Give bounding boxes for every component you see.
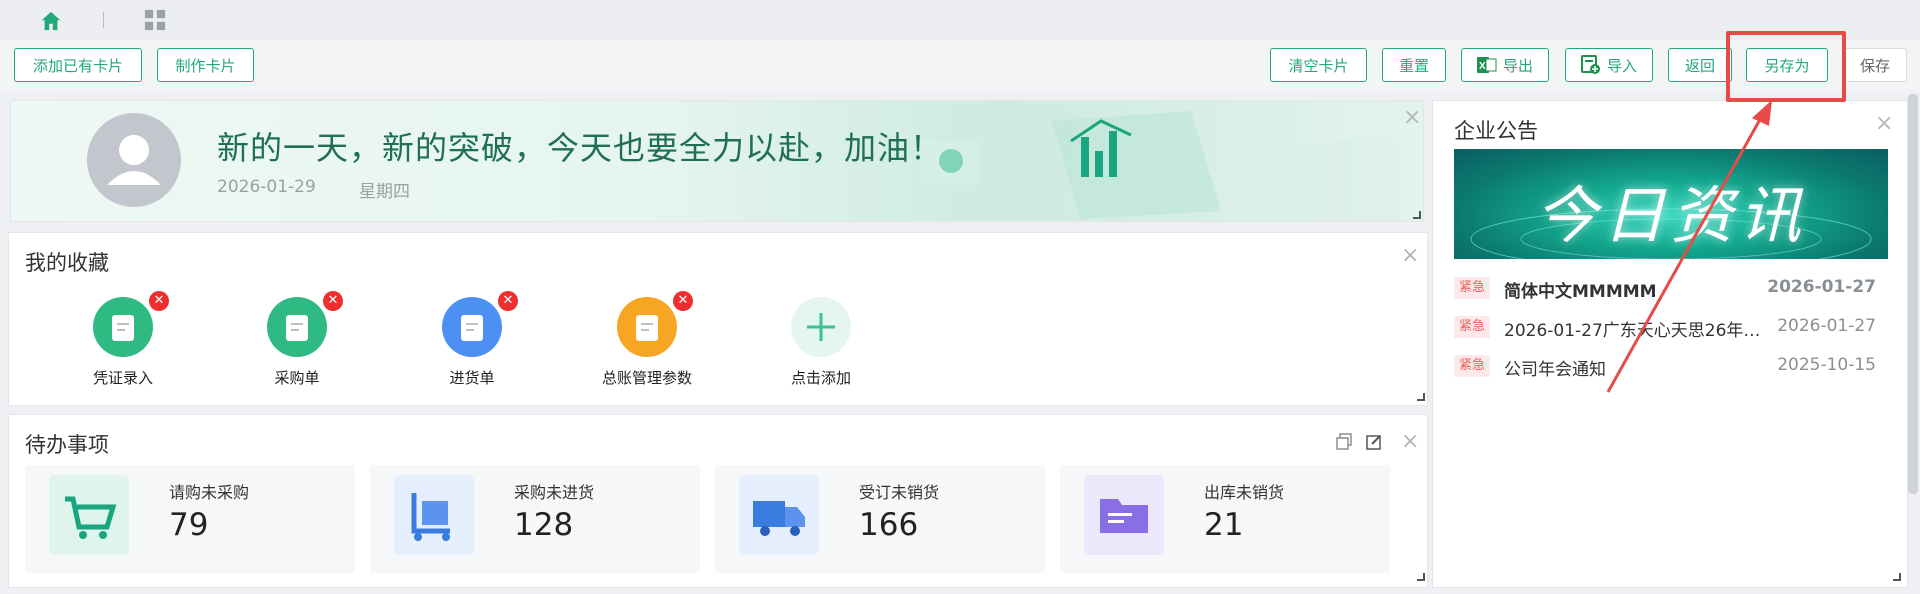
todo-item-label: 采购未进货 bbox=[514, 483, 595, 502]
copy-icon[interactable] bbox=[1335, 433, 1353, 451]
user-icon bbox=[107, 135, 161, 185]
folder-icon bbox=[1084, 475, 1164, 555]
favorite-label: 采购单 bbox=[274, 369, 320, 387]
export-button[interactable]: X 导出 bbox=[1461, 48, 1549, 82]
notice-item-date: 2026-01-27 bbox=[1767, 277, 1876, 297]
notice-item[interactable]: 紧急 简体中文MMMMM 2026-01-27 bbox=[1454, 275, 1888, 302]
favorite-add[interactable]: 点击添加 bbox=[751, 297, 891, 388]
ledger-params-icon: ✕ bbox=[617, 291, 693, 357]
news-banner-image[interactable]: 今日资讯 bbox=[1454, 149, 1888, 259]
shopping-cart-icon bbox=[49, 475, 129, 555]
banner-weekday: 星期四 bbox=[359, 182, 410, 202]
todo-close-icon[interactable]: × bbox=[1401, 431, 1419, 453]
resize-handle-icon[interactable] bbox=[1417, 573, 1425, 581]
delivery-truck-icon bbox=[739, 475, 819, 555]
save-button[interactable]: 保存 bbox=[1843, 48, 1907, 82]
notice-item-title: 公司年会通知 bbox=[1504, 360, 1606, 380]
favorites-card: 我的收藏 × ✕ 凭证录入 ✕ 采购单 ✕ 进货单 ✕ 总账管理参数 点击添加 bbox=[8, 232, 1428, 406]
todo-item[interactable]: 请购未采购 79 bbox=[25, 465, 355, 573]
favorite-receipt[interactable]: ✕ 进货单 bbox=[402, 291, 542, 388]
banner-close-icon[interactable]: × bbox=[1403, 107, 1421, 129]
todo-card: 待办事项 × 请购未采购 79 采购未进货 128 受订未销货 166 出库未销… bbox=[8, 414, 1428, 588]
todo-item[interactable]: 受订未销货 166 bbox=[715, 465, 1045, 573]
receipt-icon: ✕ bbox=[442, 291, 518, 357]
plus-icon bbox=[791, 297, 851, 357]
svg-text:X: X bbox=[1479, 61, 1486, 72]
save-as-highlight-box bbox=[1726, 31, 1846, 102]
urgent-badge: 紧急 bbox=[1454, 277, 1490, 299]
news-banner-text: 今日资讯 bbox=[1534, 179, 1807, 252]
notice-item-title: 简体中文MMMMM bbox=[1504, 282, 1657, 302]
remove-badge-icon[interactable]: ✕ bbox=[498, 291, 518, 311]
purchase-order-icon: ✕ bbox=[267, 291, 343, 357]
remove-badge-icon[interactable]: ✕ bbox=[149, 291, 169, 311]
favorite-label: 点击添加 bbox=[790, 369, 851, 387]
top-divider bbox=[103, 12, 104, 28]
urgent-badge: 紧急 bbox=[1454, 355, 1490, 377]
notice-item-date: 2026-01-27 bbox=[1777, 316, 1876, 336]
excel-icon: X bbox=[1476, 57, 1497, 73]
todo-item-count: 79 bbox=[169, 507, 209, 543]
banner-greeting: 新的一天，新的突破，今天也要全力以赴，加油！ bbox=[217, 129, 944, 167]
make-card-button[interactable]: 制作卡片 bbox=[157, 48, 254, 82]
todo-item-label: 受订未销货 bbox=[859, 483, 940, 502]
resize-handle-icon[interactable] bbox=[1413, 211, 1421, 219]
favorite-label: 进货单 bbox=[449, 369, 495, 387]
remove-badge-icon[interactable]: ✕ bbox=[673, 291, 693, 311]
banner-illustration bbox=[921, 111, 1401, 221]
remove-badge-icon[interactable]: ✕ bbox=[323, 291, 343, 311]
favorite-voucher-entry[interactable]: ✕ 凭证录入 bbox=[53, 291, 193, 388]
home-icon[interactable] bbox=[40, 10, 62, 32]
favorites-title: 我的收藏 bbox=[25, 251, 109, 275]
greeting-banner: 新的一天，新的突破，今天也要全力以赴，加油！ 2026-01-29 星期四 × bbox=[10, 100, 1424, 222]
import-button[interactable]: 导入 bbox=[1565, 48, 1653, 82]
urgent-badge: 紧急 bbox=[1454, 316, 1490, 338]
favorite-label: 凭证录入 bbox=[92, 369, 153, 387]
notice-item[interactable]: 紧急 公司年会通知 2025-10-15 bbox=[1454, 353, 1888, 380]
notice-title: 企业公告 bbox=[1454, 119, 1538, 143]
favorite-purchase-order[interactable]: ✕ 采购单 bbox=[227, 291, 367, 388]
voucher-icon: ✕ bbox=[93, 291, 169, 357]
avatar bbox=[87, 113, 181, 207]
notice-item[interactable]: 紧急 2026-01-27广东天心天思26年… 2026-01-27 bbox=[1454, 314, 1888, 341]
add-existing-card-button[interactable]: 添加已有卡片 bbox=[14, 48, 142, 82]
cart-dolly-icon bbox=[394, 475, 474, 555]
todo-item-count: 128 bbox=[514, 507, 574, 543]
todo-title: 待办事项 bbox=[25, 433, 109, 457]
page-scrollbar[interactable] bbox=[1908, 94, 1918, 494]
back-button[interactable]: 返回 bbox=[1668, 48, 1732, 82]
resize-handle-icon[interactable] bbox=[1417, 393, 1425, 401]
top-bar bbox=[0, 0, 1920, 40]
resize-handle-icon[interactable] bbox=[1893, 573, 1901, 581]
banner-date: 2026-01-29 bbox=[217, 177, 316, 197]
todo-item-label: 出库未销货 bbox=[1204, 483, 1285, 502]
import-sheet-icon bbox=[1580, 55, 1600, 74]
apps-grid-icon[interactable] bbox=[144, 9, 166, 31]
notice-item-title: 2026-01-27广东天心天思26年… bbox=[1504, 321, 1761, 341]
import-label: 导入 bbox=[1606, 56, 1637, 75]
notice-item-date: 2025-10-15 bbox=[1777, 355, 1876, 375]
reset-button[interactable]: 重置 bbox=[1382, 48, 1446, 82]
todo-item-label: 请购未采购 bbox=[169, 483, 250, 502]
notice-close-icon[interactable]: × bbox=[1875, 113, 1893, 135]
company-notice-card: 企业公告 × 今日资讯 紧急 简体中文MMMMM 2026-01-27 紧急 2… bbox=[1432, 100, 1908, 588]
favorite-label: 总账管理参数 bbox=[601, 369, 692, 387]
todo-item-count: 21 bbox=[1204, 507, 1244, 543]
todo-item-count: 166 bbox=[859, 507, 919, 543]
export-label: 导出 bbox=[1502, 56, 1533, 75]
clear-cards-button[interactable]: 清空卡片 bbox=[1270, 48, 1367, 82]
todo-item[interactable]: 出库未销货 21 bbox=[1060, 465, 1390, 573]
todo-item[interactable]: 采购未进货 128 bbox=[370, 465, 700, 573]
favorite-ledger-params[interactable]: ✕ 总账管理参数 bbox=[577, 291, 717, 388]
edit-icon[interactable] bbox=[1365, 433, 1383, 451]
favorites-close-icon[interactable]: × bbox=[1401, 245, 1419, 267]
